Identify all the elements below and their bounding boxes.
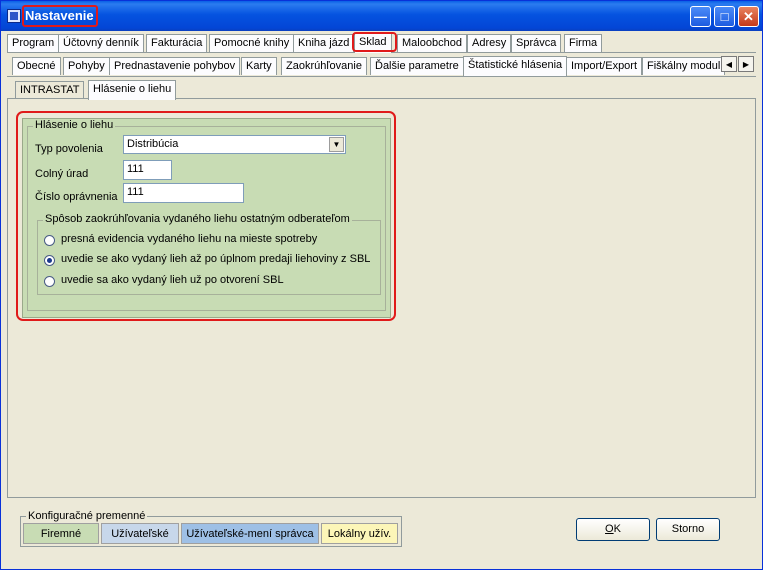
minimize-button[interactable]: —: [690, 6, 711, 27]
maximize-icon: □: [720, 9, 729, 24]
ok-accelerator: O: [605, 523, 614, 535]
tab-hlasenie-o-liehu[interactable]: Hlásenie o liehu: [88, 80, 177, 100]
tab-statisticke-hlasenia[interactable]: Štatistické hlásenia: [463, 56, 568, 76]
tab-program[interactable]: Program: [7, 34, 60, 52]
title-bar[interactable]: Nastavenie — □ ✕: [1, 1, 762, 31]
tab-maloobchod[interactable]: Maloobchod: [397, 34, 467, 52]
tab-kniha-jazd[interactable]: Kniha jázd: [293, 34, 355, 52]
config-group-title: Konfiguračné premenné: [26, 510, 148, 522]
minimize-icon: —: [694, 9, 707, 24]
tab-spravca[interactable]: Správca: [511, 34, 562, 52]
app-icon: [7, 9, 21, 23]
arrow-left-icon: ◀: [725, 59, 733, 69]
config-uzivatelske: Užívateľské: [101, 523, 179, 544]
config-lokalny-uziv: Lokálny užív.: [321, 523, 398, 544]
tab-scroll-left-button[interactable]: ◀: [721, 56, 737, 72]
config-uzivatelske-meni-spravca: Užívateľské-mení správca: [181, 523, 319, 544]
hlasenie-highlight: [16, 111, 396, 321]
tab-karty[interactable]: Karty: [241, 57, 277, 75]
tab-pomocne-knihy[interactable]: Pomocné knihy: [209, 34, 295, 52]
config-firemne: Firemné: [23, 523, 99, 544]
maximize-button[interactable]: □: [714, 6, 735, 27]
sub-tab-divider: [7, 76, 756, 77]
tab-zaokruhlovanie[interactable]: Zaokrúhľovanie: [281, 57, 367, 75]
tab-import-export[interactable]: Import/Export: [566, 57, 643, 75]
sklad-highlight: [352, 32, 397, 52]
tab-fakturacia[interactable]: Fakturácia: [146, 34, 208, 52]
tab-obecne[interactable]: Obecné: [12, 57, 61, 75]
ok-button[interactable]: OK: [576, 518, 650, 541]
storno-button[interactable]: Storno: [656, 518, 720, 541]
tab-scroll-right-button[interactable]: ▶: [738, 56, 754, 72]
title-highlight: [22, 5, 98, 27]
settings-window: Nastavenie — □ ✕ Program Účtovný denník …: [0, 0, 763, 570]
tab-pohyby[interactable]: Pohyby: [63, 57, 110, 75]
tab-fiskalny-modul[interactable]: Fiškálny modul: [642, 57, 726, 75]
tab-intrastat[interactable]: INTRASTAT: [15, 81, 85, 99]
tab-uctovny-dennik[interactable]: Účtovný denník: [58, 34, 144, 52]
close-icon: ✕: [743, 8, 754, 24]
close-button[interactable]: ✕: [738, 6, 759, 27]
tab-prednastavenie-pohybov[interactable]: Prednastavenie pohybov: [109, 57, 241, 75]
ok-label: K: [613, 523, 621, 535]
tab-adresy[interactable]: Adresy: [467, 34, 512, 52]
tab-firma[interactable]: Firma: [564, 34, 603, 52]
arrow-right-icon: ▶: [742, 59, 750, 69]
tab-dalsie-parametre[interactable]: Ďalšie parametre: [370, 57, 464, 75]
